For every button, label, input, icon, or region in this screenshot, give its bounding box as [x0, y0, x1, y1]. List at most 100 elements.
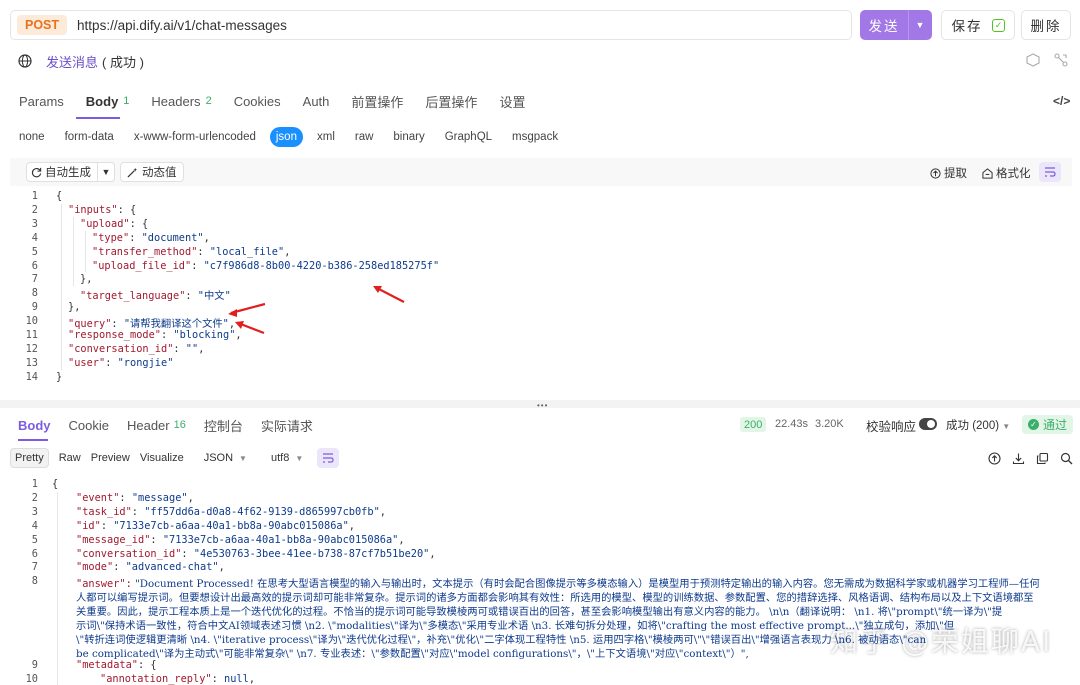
resp-tab-console[interactable]: 控制台: [204, 416, 243, 435]
body-type-urlencoded[interactable]: x-www-form-urlencoded: [134, 127, 256, 147]
auto-generate-chevron-down-icon[interactable]: ▼: [98, 167, 114, 177]
resp-tab-cookie[interactable]: Cookie: [69, 418, 109, 433]
tab-pre-operations[interactable]: 前置操作: [351, 92, 403, 111]
status-code-badge: 200: [740, 417, 767, 432]
tab-label: 控制台: [203, 418, 243, 434]
code-line: "response_mode": "blocking",: [68, 329, 242, 341]
response-tabs: Body Cookie Header 16 控制台 实际请求: [18, 416, 331, 434]
encoding-select[interactable]: utf8 ▼: [271, 452, 303, 464]
delete-button[interactable]: 删除: [1021, 10, 1071, 40]
line-number: 10: [25, 315, 38, 328]
response-wrap-toggle[interactable]: [317, 448, 340, 468]
code-line: "transfer_method": "local_file",: [92, 245, 291, 258]
drag-handle-icon[interactable]: •••: [537, 401, 548, 410]
answer-text-line: 关重要。因此，提示工程本质上是一个迭代优化的过程。不恰当的提示词可能导致模棱两可…: [76, 606, 1003, 619]
indent-guide: [73, 217, 74, 286]
wrap-lines-icon: [1045, 167, 1056, 177]
format-text: 格式化: [996, 168, 1031, 180]
line-number: 10: [25, 673, 38, 685]
copy-icon[interactable]: [1036, 452, 1049, 465]
line-number: 6: [31, 259, 38, 272]
code-line: "id": "7133e7cb-a6aa-40a1-bb8a-90abc0150…: [76, 519, 355, 532]
body-type-xml[interactable]: xml: [317, 127, 335, 147]
send-options-chevron-down-icon[interactable]: ▼: [909, 20, 931, 30]
auto-generate-button[interactable]: 自动生成 ▼: [26, 162, 115, 182]
expected-status-value: 成功 (200): [946, 420, 1000, 432]
line-number: 14: [25, 370, 38, 383]
view-raw[interactable]: Raw: [59, 448, 81, 468]
pass-label: 通过: [1043, 418, 1068, 432]
globe-icon: [18, 54, 32, 68]
line-number: 7: [31, 561, 38, 574]
code-line: "annotation_reply": null,: [100, 673, 256, 685]
request-body-editor[interactable]: 1 {2 "inputs": {3 "upload": {4 "type": "docu…: [10, 190, 1070, 390]
line-number: 5: [31, 533, 38, 546]
body-type-raw[interactable]: raw: [355, 127, 374, 147]
body-type-form-data[interactable]: form-data: [65, 127, 114, 147]
validate-response-toggle[interactable]: [919, 418, 937, 430]
extract-button[interactable]: 提取: [930, 165, 967, 181]
code-view-icon[interactable]: </>: [1053, 94, 1070, 108]
body-type-binary[interactable]: binary: [393, 127, 424, 147]
body-type-selector: none form-data x-www-form-urlencoded jso…: [19, 127, 578, 147]
tab-post-operations[interactable]: 后置操作: [425, 92, 477, 111]
line-number: 2: [31, 491, 38, 504]
format-select[interactable]: JSON ▼: [204, 452, 247, 464]
format-button[interactable]: 格式化: [982, 165, 1031, 181]
expected-status-select[interactable]: 成功 (200) ▼: [946, 417, 1010, 433]
tab-label: Cookie: [68, 417, 109, 433]
line-number: 5: [31, 245, 38, 258]
tab-label: Params: [19, 93, 64, 109]
download-icon[interactable]: [1012, 452, 1025, 465]
word-wrap-toggle[interactable]: [1039, 162, 1061, 182]
tab-label: Body: [18, 417, 51, 433]
save-check-icon[interactable]: ✓: [992, 18, 1005, 32]
tab-count: 16: [173, 419, 186, 431]
line-number: 1: [31, 478, 38, 490]
chevron-down-icon: ▼: [295, 453, 304, 463]
code-line: "type": "document",: [92, 231, 210, 244]
resp-tab-header[interactable]: Header 16: [127, 418, 186, 433]
cube-icon[interactable]: [1026, 53, 1040, 67]
code-line: {: [52, 478, 59, 490]
tab-params[interactable]: Params: [19, 94, 64, 109]
tab-label: 实际请求: [260, 418, 313, 434]
code-line: {: [56, 190, 63, 202]
share-icon[interactable]: [1054, 53, 1068, 67]
tab-headers[interactable]: Headers 2: [151, 94, 211, 109]
tab-body[interactable]: Body 1: [86, 94, 130, 109]
dynamic-value-button[interactable]: 动态值: [120, 162, 184, 182]
view-pretty[interactable]: Pretty: [10, 448, 49, 468]
format-value: JSON: [203, 452, 234, 464]
search-icon[interactable]: [1060, 452, 1073, 465]
resp-tab-actual-request[interactable]: 实际请求: [261, 416, 313, 435]
body-type-msgpack[interactable]: msgpack: [512, 127, 558, 147]
code-line: "upload": {: [80, 217, 149, 230]
view-preview[interactable]: Preview: [91, 448, 130, 468]
tab-settings[interactable]: 设置: [499, 92, 525, 111]
api-name[interactable]: 发送消息: [46, 52, 98, 71]
code-line: "conversation_id": "",: [68, 342, 205, 355]
tab-label: Header: [126, 417, 170, 433]
code-line: "mode": "advanced-chat",: [76, 561, 225, 574]
url-box[interactable]: POST https://api.dify.ai/v1/chat-message…: [10, 10, 852, 40]
line-number: 8: [31, 575, 38, 588]
validation-pass-badge: ✓ 通过: [1022, 415, 1074, 434]
method-badge[interactable]: POST: [17, 15, 68, 35]
tab-auth[interactable]: Auth: [303, 94, 330, 109]
body-type-graphql[interactable]: GraphQL: [445, 127, 492, 147]
save-button[interactable]: 保存 ✓: [941, 10, 1015, 40]
indent-guide: [61, 204, 62, 370]
url-input[interactable]: https://api.dify.ai/v1/chat-messages: [77, 18, 287, 33]
resp-tab-body[interactable]: Body: [18, 418, 51, 433]
name-row-actions: [1026, 53, 1068, 67]
body-type-json[interactable]: json: [269, 127, 303, 147]
view-visualize[interactable]: Visualize: [140, 448, 184, 468]
code-line: "task_id": "ff57dd6a-d0a8-4f62-9139-d865…: [76, 505, 386, 518]
code-line: "upload_file_id": "c7f986d8-8b00-4220-b3…: [92, 259, 440, 272]
upload-icon[interactable]: [988, 452, 1001, 465]
body-type-none[interactable]: none: [19, 127, 45, 147]
tab-cookies[interactable]: Cookies: [234, 94, 281, 109]
annotation-arrow-query: [235, 321, 265, 335]
send-button[interactable]: 发送 ▼: [860, 10, 932, 40]
